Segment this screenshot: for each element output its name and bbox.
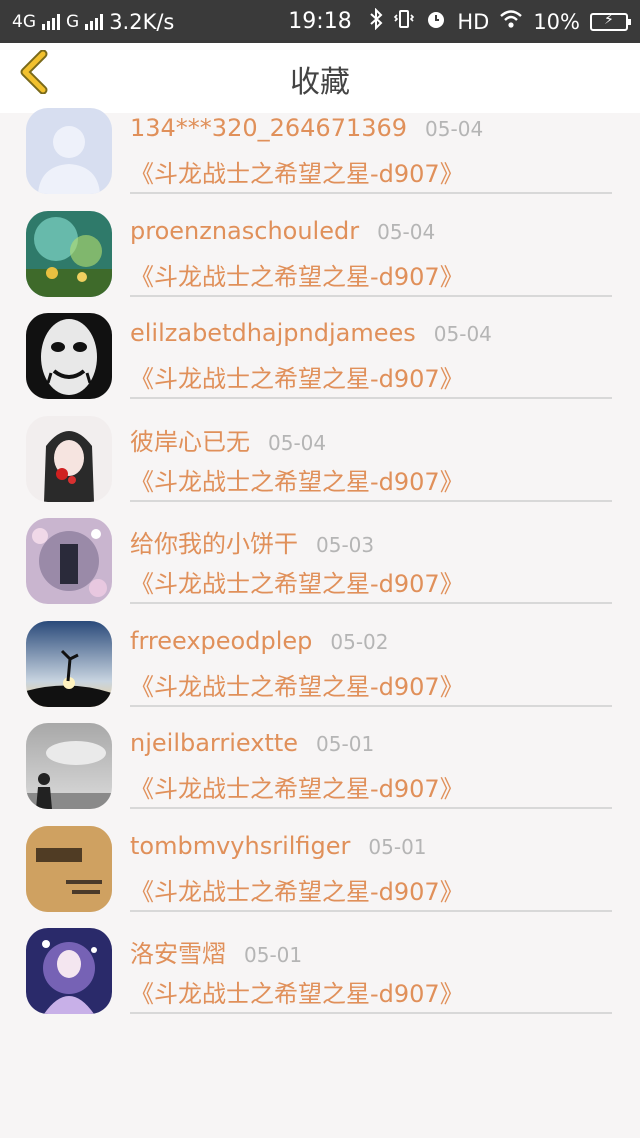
list-item[interactable]: 洛安雪熠 05-01 《斗龙战士之希望之星-d907》: [0, 920, 640, 1023]
signal-icon: [85, 13, 104, 30]
book-title[interactable]: 《斗龙战士之希望之星-d907》: [130, 872, 612, 907]
book-title[interactable]: 《斗龙战士之希望之星-d907》: [130, 257, 612, 292]
list-item[interactable]: elilzabetdhajpndjamees 05-04 《斗龙战士之希望之星-…: [0, 305, 640, 408]
battery-percent: 10%: [533, 9, 580, 34]
item-info: njeilbarriextte 05-01 《斗龙战士之希望之星-d907》: [130, 729, 612, 809]
date: 05-04: [268, 430, 327, 455]
avatar[interactable]: [26, 620, 112, 707]
username: 134***320_264671369: [130, 114, 408, 142]
signal-icon: [42, 13, 60, 30]
list-item[interactable]: 134***320_264671369 05-04 《斗龙战士之希望之星-d90…: [0, 100, 640, 203]
username: 给你我的小饼干: [130, 530, 298, 558]
item-info: tombmvyhsrilfiger 05-01 《斗龙战士之希望之星-d907》: [130, 832, 612, 912]
vibrate-icon: [393, 8, 415, 35]
date: 05-01: [368, 834, 427, 859]
date: 05-01: [316, 732, 375, 756]
avatar[interactable]: [26, 928, 112, 1014]
username: tombmvyhsrilfiger: [130, 831, 351, 860]
avatar[interactable]: [26, 210, 112, 297]
list-item[interactable]: frreexpeodplep 05-02 《斗龙战士之希望之星-d907》: [0, 613, 640, 716]
username: frreexpeodplep: [130, 626, 313, 655]
item-info: 洛安雪熠 05-01 《斗龙战士之希望之星-d907》: [130, 934, 612, 1014]
date: 05-01: [244, 943, 303, 967]
avatar[interactable]: [26, 415, 112, 502]
username: proenznaschouledr: [130, 216, 360, 245]
username: njeilbarriextte: [130, 729, 299, 757]
item-info: 给你我的小饼干 05-03 《斗龙战士之希望之星-d907》: [130, 524, 612, 604]
list-item[interactable]: 彼岸心已无 05-04 《斗龙战士之希望之星-d907》: [0, 408, 640, 511]
list-item[interactable]: proenznaschouledr 05-04 《斗龙战士之希望之星-d907》: [0, 203, 640, 306]
book-title[interactable]: 《斗龙战士之希望之星-d907》: [130, 667, 612, 702]
list-item[interactable]: njeilbarriextte 05-01 《斗龙战士之希望之星-d907》: [0, 715, 640, 818]
date: 05-02: [330, 629, 389, 654]
avatar[interactable]: [26, 825, 112, 912]
status-bar: 4G G 3.2K/s 19:18 HD 10% ⚡: [0, 0, 640, 43]
avatar[interactable]: [26, 313, 112, 399]
hd-label: HD: [457, 9, 490, 34]
item-info: elilzabetdhajpndjamees 05-04 《斗龙战士之希望之星-…: [130, 319, 612, 399]
item-info: frreexpeodplep 05-02 《斗龙战士之希望之星-d907》: [130, 627, 612, 707]
avatar[interactable]: [26, 108, 112, 194]
network-4g-label: 4G: [12, 11, 36, 32]
list-item[interactable]: tombmvyhsrilfiger 05-01 《斗龙战士之希望之星-d907》: [0, 818, 640, 921]
book-title[interactable]: 《斗龙战士之希望之星-d907》: [130, 359, 612, 394]
network-speed: 3.2K/s: [109, 9, 175, 34]
book-title[interactable]: 《斗龙战士之希望之星-d907》: [130, 462, 612, 497]
username: 彼岸心已无: [130, 427, 250, 456]
network-g-label: G: [66, 11, 80, 32]
alarm-icon: [425, 8, 447, 35]
username: 洛安雪熠: [130, 940, 226, 968]
wifi-icon: [499, 9, 523, 34]
date: 05-04: [433, 322, 492, 346]
book-title[interactable]: 《斗龙战士之希望之星-d907》: [130, 154, 612, 189]
date: 05-03: [316, 533, 375, 557]
book-title[interactable]: 《斗龙战士之希望之星-d907》: [130, 564, 612, 599]
bluetooth-icon: [369, 7, 383, 35]
date: 05-04: [377, 219, 436, 244]
favorites-list: 134***320_264671369 05-04 《斗龙战士之希望之星-d90…: [0, 100, 640, 1023]
battery-icon: ⚡: [590, 12, 631, 31]
item-info: 彼岸心已无 05-04 《斗龙战士之希望之星-d907》: [130, 422, 612, 502]
book-title[interactable]: 《斗龙战士之希望之星-d907》: [130, 769, 612, 804]
avatar[interactable]: [26, 723, 112, 809]
page-title: 收藏: [290, 65, 350, 100]
item-info: 134***320_264671369 05-04 《斗龙战士之希望之星-d90…: [130, 114, 612, 194]
date: 05-04: [425, 117, 484, 141]
item-info: proenznaschouledr 05-04 《斗龙战士之希望之星-d907》: [130, 217, 612, 297]
book-title[interactable]: 《斗龙战士之希望之星-d907》: [130, 974, 612, 1009]
username: elilzabetdhajpndjamees: [130, 319, 416, 347]
list-item[interactable]: 给你我的小饼干 05-03 《斗龙战士之希望之星-d907》: [0, 510, 640, 613]
avatar[interactable]: [26, 518, 112, 604]
